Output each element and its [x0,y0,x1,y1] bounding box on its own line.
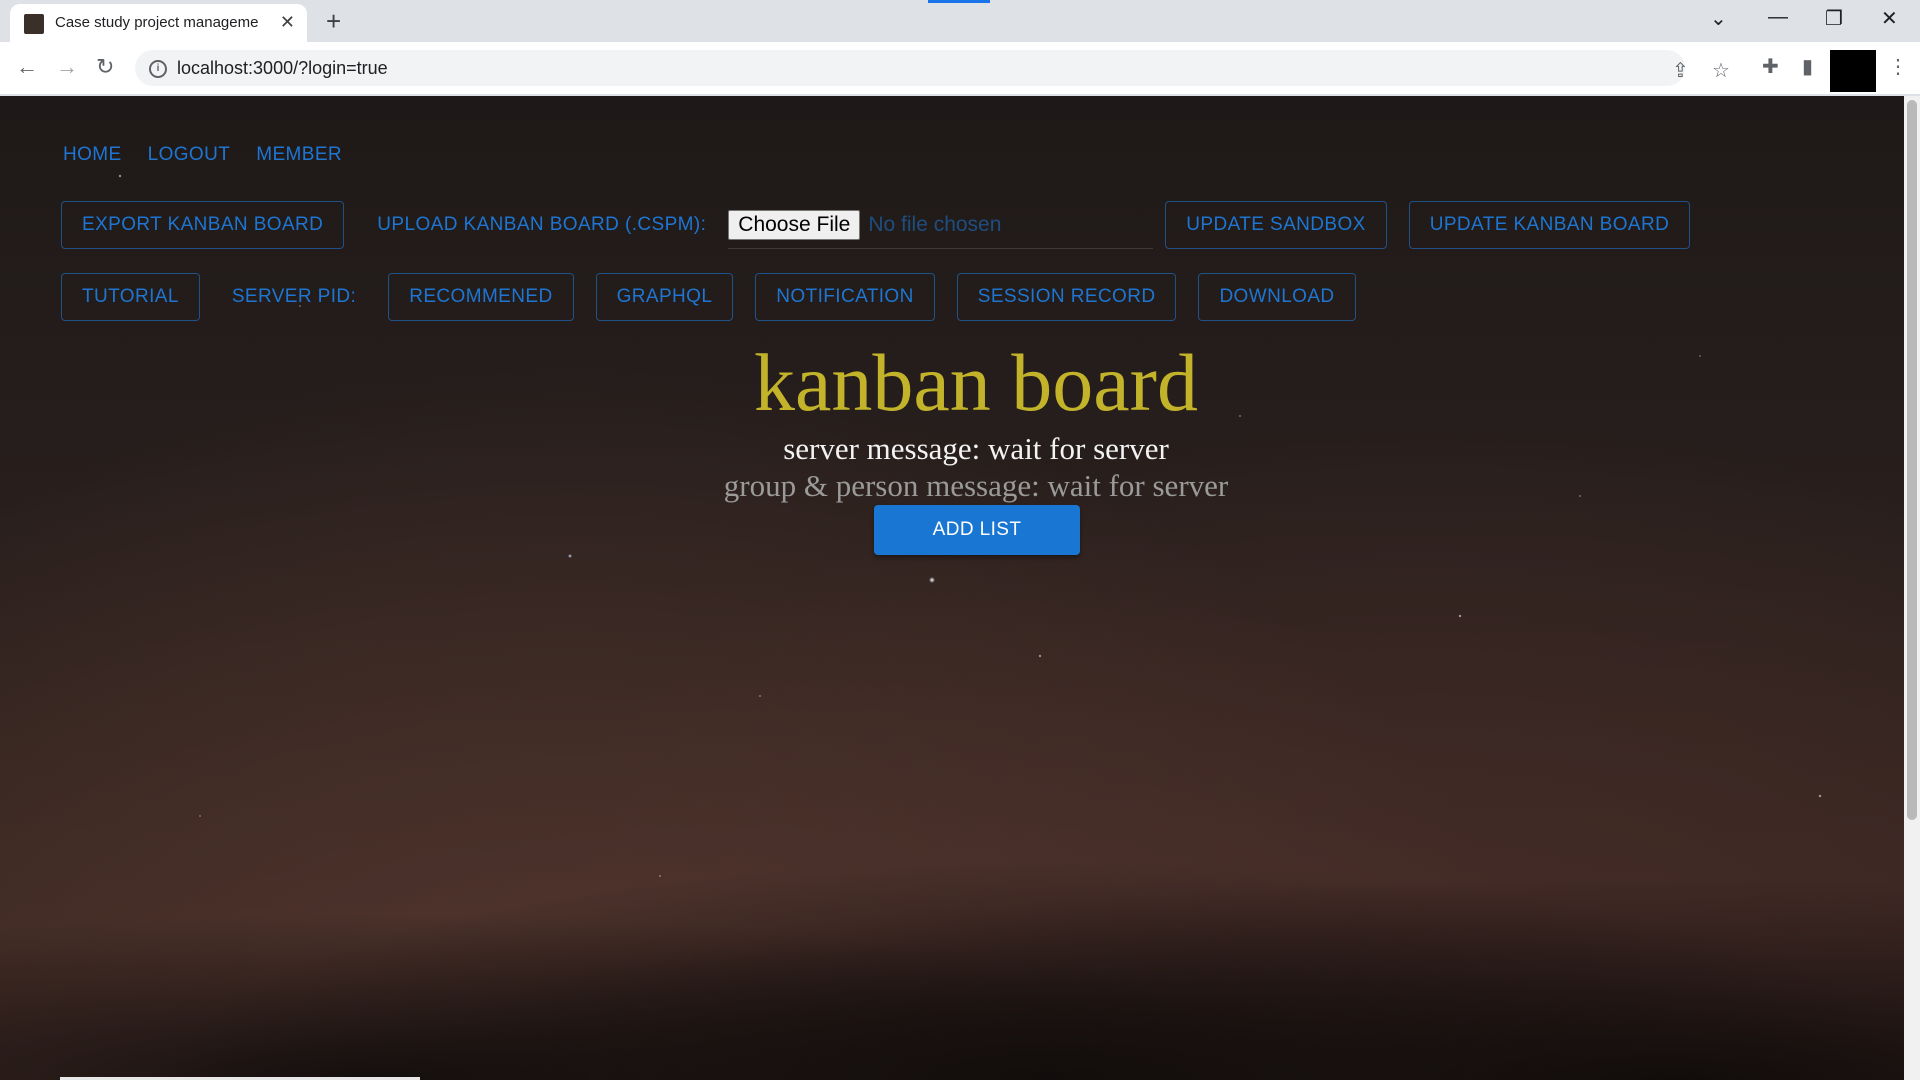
browser-toolbar: ← → ↻ i localhost:3000/?login=true ⇪ ☆ ✚… [0,42,1920,94]
tab-close-icon[interactable]: ✕ [280,12,295,33]
update-sandbox-button[interactable]: UPDATE SANDBOX [1165,201,1387,249]
nav-home-link[interactable]: HOME [63,144,122,166]
tab-strip: Case study project manageme ✕ + ⌄ — ❐ ✕ [0,0,1920,42]
side-panel-icon[interactable]: ▮ [1802,54,1813,79]
reload-icon[interactable]: ↻ [96,54,114,80]
close-window-button[interactable]: ✕ [1881,6,1898,31]
minimize-button[interactable]: — [1768,6,1788,29]
site-favicon-icon [24,14,44,34]
forward-arrow-icon[interactable]: → [56,54,78,80]
tab-drag-indicator [928,0,990,3]
session-record-button[interactable]: SESSION RECORD [956,273,1177,321]
browser-tab[interactable]: Case study project manageme ✕ [10,4,307,42]
download-button[interactable]: DOWNLOAD [1198,273,1356,321]
browser-menu-icon[interactable]: ⋮ [1888,54,1908,79]
bookmark-star-icon[interactable]: ☆ [1712,58,1730,83]
extensions-puzzle-icon[interactable]: ✚ [1762,54,1779,79]
upload-file-input[interactable]: Choose File No file chosen [728,201,1154,249]
choose-file-button[interactable]: Choose File [728,209,861,240]
notification-button[interactable]: NOTIFICATION [755,273,935,321]
tab-title: Case study project manageme [55,14,259,31]
group-person-message: group & person message: wait for server [723,468,1229,503]
recommened-button[interactable]: RECOMMENED [388,273,574,321]
profile-avatar[interactable] [1830,50,1876,92]
restore-button[interactable]: ❐ [1825,6,1843,31]
page-viewport: HOME LOGOUT MEMBER EXPORT KANBAN BOARD U… [0,96,1904,1080]
url-text[interactable]: localhost:3000/?login=true [177,58,388,79]
server-pid-label: SERVER PID: [231,286,357,307]
add-list-button[interactable]: ADD LIST [874,505,1080,555]
server-message: server message: wait for server [783,431,1169,466]
kanban-app: HOME LOGOUT MEMBER EXPORT KANBAN BOARD U… [0,96,1904,1080]
nav-logout-link[interactable]: LOGOUT [148,144,231,166]
nav-member-link[interactable]: MEMBER [256,144,342,166]
update-kanban-button[interactable]: UPDATE KANBAN BOARD [1408,201,1691,249]
graphql-button[interactable]: GRAPHQL [595,273,734,321]
export-kanban-button[interactable]: EXPORT KANBAN BOARD [61,201,345,249]
back-arrow-icon[interactable]: ← [16,54,38,80]
top-navigation: HOME LOGOUT MEMBER [63,144,342,166]
page-title: kanban board [754,337,1198,428]
tab-search-icon[interactable]: ⌄ [1710,6,1727,31]
address-bar[interactable]: i localhost:3000/?login=true ⇪ ☆ [135,50,1730,86]
file-status-text: No file chosen [868,212,1002,236]
new-tab-button[interactable]: + [326,6,341,37]
site-info-icon[interactable]: i [149,60,167,78]
upload-kanban-label: UPLOAD KANBAN BOARD (.CSPM): [377,214,707,235]
toolbar-row-2: TUTORIAL SERVER PID: RECOMMENED GRAPHQL … [61,273,1356,321]
tutorial-button[interactable]: TUTORIAL [61,273,200,321]
share-icon[interactable]: ⇪ [1672,58,1689,83]
vertical-scrollbar[interactable] [1904,96,1920,1080]
scrollbar-thumb[interactable] [1907,100,1917,820]
toolbar-row-1: EXPORT KANBAN BOARD UPLOAD KANBAN BOARD … [61,201,1691,249]
